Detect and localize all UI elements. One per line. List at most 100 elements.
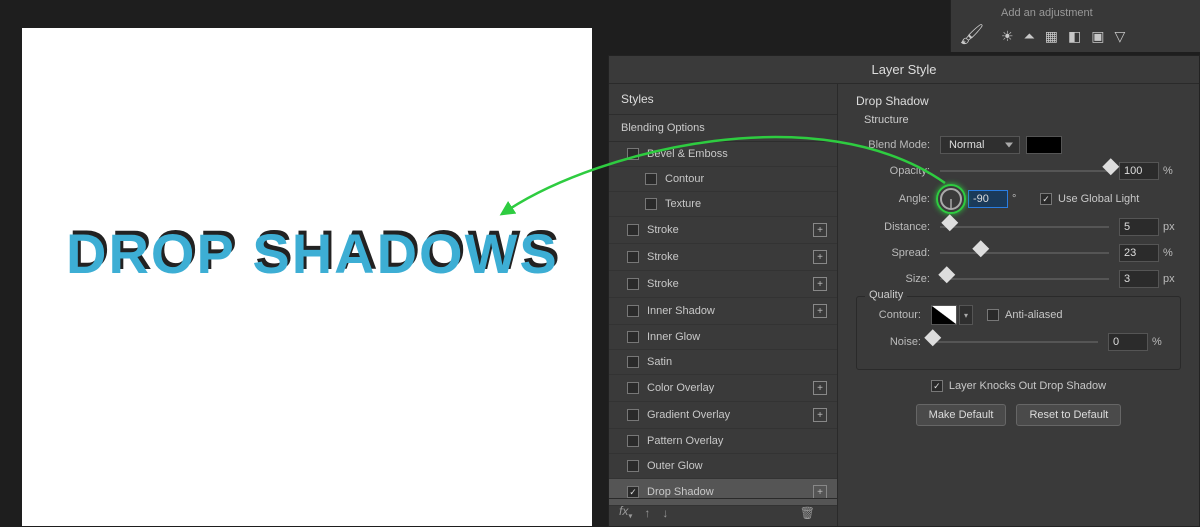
knockout-row: Layer Knocks Out Drop Shadow <box>856 380 1181 392</box>
angle-label: Angle: <box>856 193 940 205</box>
anti-aliased-label: Anti-aliased <box>1005 309 1062 321</box>
adjustments-panel: ◯ 🖌 Add an adjustment ☀ ⏶ ▦ ◧ ▣ ▽ <box>950 0 1200 52</box>
style-item-stroke[interactable]: Stroke+ <box>609 271 837 298</box>
distance-row: Distance: 5 px <box>856 218 1181 236</box>
style-checkbox[interactable] <box>627 278 639 290</box>
add-effect-icon[interactable]: + <box>813 485 827 499</box>
make-default-button[interactable]: Make Default <box>916 404 1007 426</box>
spread-label: Spread: <box>856 247 940 259</box>
style-item-stroke[interactable]: Stroke+ <box>609 244 837 271</box>
spread-row: Spread: 23 % <box>856 244 1181 262</box>
style-label: Inner Shadow <box>647 305 813 317</box>
add-effect-icon[interactable]: + <box>813 250 827 264</box>
knockout-checkbox[interactable] <box>931 380 943 392</box>
move-down-icon[interactable]: ↓ <box>662 506 668 520</box>
exposure-icon[interactable]: ◧ <box>1068 28 1081 45</box>
style-item-contour[interactable]: Contour <box>609 167 837 192</box>
use-global-light-label: Use Global Light <box>1058 193 1139 205</box>
adjustment-icons: ☀ ⏶ ▦ ◧ ▣ ▽ <box>1001 28 1125 45</box>
style-item-stroke[interactable]: Stroke+ <box>609 217 837 244</box>
angle-field[interactable]: -90 <box>968 190 1008 208</box>
opacity-row: Opacity: 100 % <box>856 162 1181 180</box>
style-item-gradient-overlay[interactable]: Gradient Overlay+ <box>609 402 837 429</box>
style-item-color-overlay[interactable]: Color Overlay+ <box>609 375 837 402</box>
style-checkbox[interactable] <box>645 198 657 210</box>
style-checkbox[interactable] <box>627 486 639 498</box>
opacity-slider[interactable] <box>940 170 1109 172</box>
blend-mode-row: Blend Mode: Normal <box>856 136 1181 154</box>
style-item-inner-glow[interactable]: Inner Glow <box>609 325 837 350</box>
add-effect-icon[interactable]: + <box>813 223 827 237</box>
add-effect-icon[interactable]: + <box>813 277 827 291</box>
fx-menu[interactable]: fx▾ <box>619 504 632 520</box>
blending-options[interactable]: Blending Options <box>609 115 837 142</box>
style-label: Drop Shadow <box>647 486 813 498</box>
style-checkbox[interactable] <box>627 224 639 236</box>
reset-default-button[interactable]: Reset to Default <box>1016 404 1121 426</box>
opacity-field[interactable]: 100 <box>1119 162 1159 180</box>
vibrance-icon[interactable]: ▣ <box>1091 28 1104 45</box>
style-checkbox[interactable] <box>627 305 639 317</box>
contour-label: Contour: <box>867 309 931 321</box>
style-item-outer-glow[interactable]: Outer Glow <box>609 454 837 479</box>
style-checkbox[interactable] <box>627 435 639 447</box>
style-checkbox[interactable] <box>645 173 657 185</box>
levels-icon[interactable]: ⏶ <box>1024 28 1035 45</box>
trash-icon[interactable]: 🗑 <box>800 506 815 520</box>
style-item-texture[interactable]: Texture <box>609 192 837 217</box>
shadow-color-swatch[interactable] <box>1026 136 1062 154</box>
style-checkbox[interactable] <box>627 409 639 421</box>
add-effect-icon[interactable]: + <box>813 408 827 422</box>
blend-mode-select[interactable]: Normal <box>940 136 1020 154</box>
style-label: Stroke <box>647 251 813 263</box>
noise-slider[interactable] <box>931 341 1098 343</box>
noise-label: Noise: <box>867 336 931 348</box>
style-checkbox[interactable] <box>627 356 639 368</box>
brush-icon[interactable]: 🖌 <box>959 22 984 47</box>
section-title: Drop Shadow <box>856 94 1181 108</box>
style-item-satin[interactable]: Satin <box>609 350 837 375</box>
use-global-light-checkbox[interactable] <box>1040 193 1052 205</box>
style-label: Inner Glow <box>647 331 827 343</box>
contour-chevron[interactable]: ▾ <box>959 305 973 325</box>
add-effect-icon[interactable]: + <box>813 381 827 395</box>
brightness-icon[interactable]: ☀ <box>1001 28 1014 45</box>
styles-header[interactable]: Styles <box>609 84 837 115</box>
style-checkbox[interactable] <box>627 331 639 343</box>
structure-label: Structure <box>864 114 1181 126</box>
more-icon[interactable]: ▽ <box>1114 28 1125 45</box>
style-label: Stroke <box>647 224 813 236</box>
styles-column: Styles Blending Options Bevel & EmbossCo… <box>609 84 838 526</box>
size-field[interactable]: 3 <box>1119 270 1159 288</box>
adjustments-label: Add an adjustment <box>1001 7 1093 19</box>
spread-slider[interactable] <box>940 252 1109 254</box>
angle-highlight-ring <box>936 184 966 214</box>
style-label: Texture <box>665 198 827 210</box>
style-item-inner-shadow[interactable]: Inner Shadow+ <box>609 298 837 325</box>
quality-label: Quality <box>865 289 907 301</box>
curves-icon[interactable]: ▦ <box>1045 28 1058 45</box>
spread-field[interactable]: 23 <box>1119 244 1159 262</box>
quality-group: Quality Contour: ▾ Anti-aliased Noise: 0… <box>856 296 1181 370</box>
style-checkbox[interactable] <box>627 460 639 472</box>
anti-aliased-checkbox[interactable] <box>987 309 999 321</box>
move-up-icon[interactable]: ↑ <box>644 506 650 520</box>
distance-slider[interactable] <box>940 226 1109 228</box>
contour-preview[interactable] <box>931 305 957 325</box>
size-slider[interactable] <box>940 278 1109 280</box>
style-checkbox[interactable] <box>627 251 639 263</box>
dialog-title: Layer Style <box>609 56 1199 84</box>
layer-style-dialog: Layer Style Styles Blending Options Beve… <box>608 55 1200 527</box>
angle-dial[interactable] <box>940 188 962 210</box>
style-label: Pattern Overlay <box>647 435 827 447</box>
add-effect-icon[interactable]: + <box>813 304 827 318</box>
canvas[interactable]: DROP SHADOWS <box>22 28 592 526</box>
distance-field[interactable]: 5 <box>1119 218 1159 236</box>
style-item-bevel-emboss[interactable]: Bevel & Emboss <box>609 142 837 167</box>
style-item-pattern-overlay[interactable]: Pattern Overlay <box>609 429 837 454</box>
style-checkbox[interactable] <box>627 148 639 160</box>
canvas-text[interactable]: DROP SHADOWS <box>66 221 559 286</box>
noise-field[interactable]: 0 <box>1108 333 1148 351</box>
size-row: Size: 3 px <box>856 270 1181 288</box>
style-checkbox[interactable] <box>627 382 639 394</box>
